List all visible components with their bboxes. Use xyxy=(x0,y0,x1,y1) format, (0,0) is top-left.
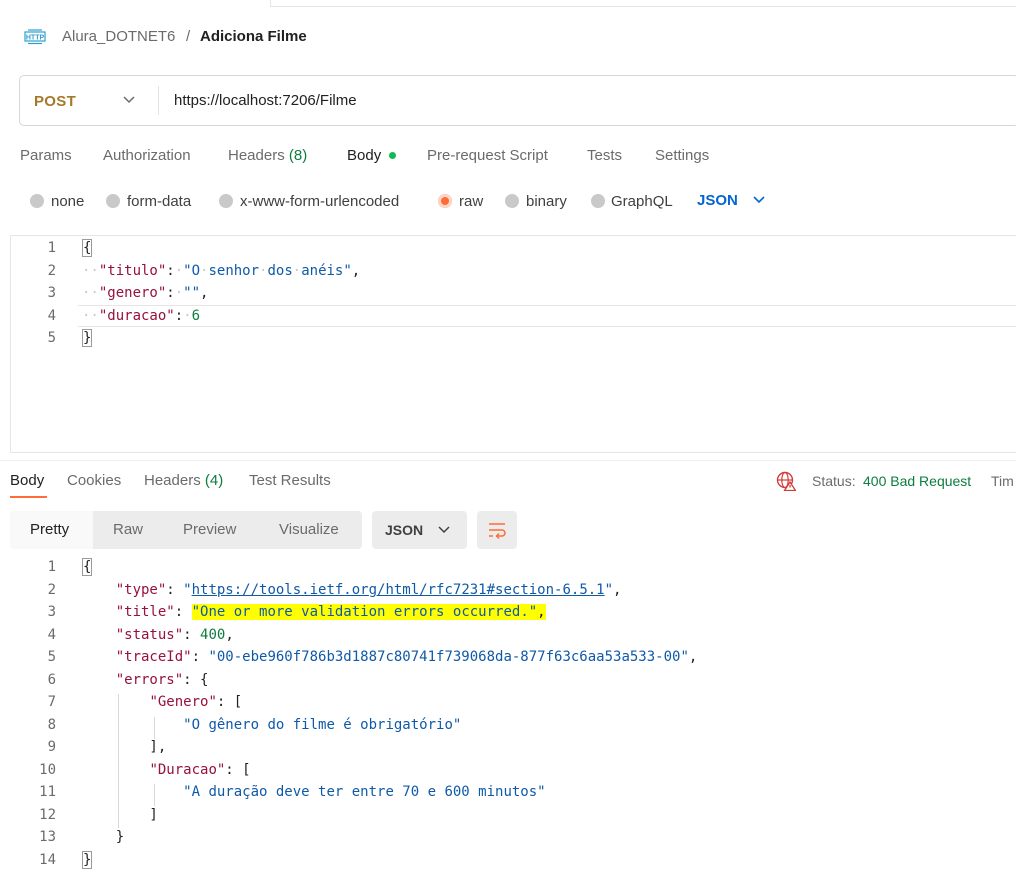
line-number: 9 xyxy=(47,739,56,755)
radio-binary-label[interactable]: binary xyxy=(526,193,567,210)
code-line: } xyxy=(82,829,125,845)
tab-body[interactable]: Body xyxy=(347,147,381,164)
code-line: { xyxy=(82,558,93,576)
tab-params[interactable]: Params xyxy=(20,147,72,164)
line-number: 5 xyxy=(47,330,56,346)
globe-error-icon[interactable] xyxy=(776,471,796,491)
code-line: "title": "One or more validation errors … xyxy=(115,604,546,620)
line-number: 13 xyxy=(39,829,56,845)
tab-pre-request-script[interactable]: Pre-request Script xyxy=(427,147,548,164)
code-line: { xyxy=(82,239,93,257)
line-number: 4 xyxy=(47,308,56,324)
code-line: ], xyxy=(82,739,167,755)
time-label: Tim xyxy=(991,473,1014,489)
line-number: 1 xyxy=(47,240,56,256)
code-line: ··"titulo":·"O·senhor·dos·anéis", xyxy=(82,263,361,279)
method-select[interactable]: POST xyxy=(34,93,76,110)
response-tab-test-results[interactable]: Test Results xyxy=(249,472,331,489)
line-number: 8 xyxy=(47,717,56,733)
line-number: 4 xyxy=(47,627,56,643)
line-number: 3 xyxy=(47,604,56,620)
radio-x-www-form-urlencoded-label[interactable]: x-www-form-urlencoded xyxy=(240,193,399,210)
response-tab-headers-label: Headers xyxy=(144,472,201,489)
line-number: 1 xyxy=(47,559,56,575)
code-line: "Duracao": [ xyxy=(149,762,251,778)
code-line: ··"genero":·"", xyxy=(82,285,209,301)
breadcrumb-separator: / xyxy=(186,28,191,45)
active-line-highlight xyxy=(78,305,1016,327)
response-tab-body[interactable]: Body xyxy=(10,472,44,489)
code-line: "errors": { xyxy=(115,672,209,688)
chevron-down-icon[interactable] xyxy=(437,525,451,535)
radio-x-www-form-urlencoded[interactable] xyxy=(219,194,233,208)
response-format-label[interactable]: JSON xyxy=(385,522,423,538)
radio-form-data-label[interactable]: form-data xyxy=(127,193,191,210)
matched-brace: { xyxy=(82,558,93,576)
tab-authorization[interactable]: Authorization xyxy=(103,147,191,164)
line-number: 6 xyxy=(47,672,56,688)
svg-text:HTTP: HTTP xyxy=(26,35,45,42)
status-label: Status: xyxy=(812,473,856,489)
tab-settings[interactable]: Settings xyxy=(655,147,709,164)
response-tab-headers-count: (4) xyxy=(204,472,224,489)
view-preview[interactable]: Preview xyxy=(183,521,236,538)
radio-none[interactable] xyxy=(30,194,44,208)
matched-brace: } xyxy=(82,329,93,347)
url-input[interactable]: https://localhost:7206/Filme xyxy=(174,92,357,109)
chevron-down-icon[interactable] xyxy=(752,195,766,205)
http-icon: HTTP xyxy=(24,29,46,45)
tab-tests[interactable]: Tests xyxy=(587,147,622,164)
matched-brace: { xyxy=(82,239,93,257)
tab-headers-count: (8) xyxy=(288,147,308,164)
radio-none-label[interactable]: none xyxy=(51,193,84,210)
chevron-down-icon[interactable] xyxy=(122,95,136,105)
code-line: "traceId": "00-ebe960f786b3d1887c80741f7… xyxy=(115,649,698,665)
code-line: ] xyxy=(82,807,158,823)
pane-divider[interactable] xyxy=(0,460,1016,461)
radio-raw-label[interactable]: raw xyxy=(459,193,483,210)
line-number: 14 xyxy=(39,852,56,868)
url-divider xyxy=(158,86,159,115)
code-line: "status": 400, xyxy=(115,627,234,643)
code-line: "O gênero do filme é obrigatório" xyxy=(183,717,462,733)
wrap-lines-icon[interactable] xyxy=(487,520,507,540)
view-raw[interactable]: Raw xyxy=(113,521,143,538)
top-strip xyxy=(270,0,1016,7)
code-line: ··"duracao":·6 xyxy=(82,308,201,324)
body-indicator-dot xyxy=(389,152,396,159)
code-line: } xyxy=(82,851,93,869)
breadcrumb-collection[interactable]: Alura_DOTNET6 xyxy=(62,28,175,46)
request-title[interactable]: Adiciona Filme xyxy=(200,28,307,46)
tab-headers[interactable]: Headers (8) xyxy=(228,147,307,164)
code-line: "Genero": [ xyxy=(149,694,243,710)
line-number: 2 xyxy=(47,263,56,279)
response-tab-cookies[interactable]: Cookies xyxy=(67,472,121,489)
line-number: 3 xyxy=(47,285,56,301)
line-number: 12 xyxy=(39,807,56,823)
line-number: 2 xyxy=(47,582,56,598)
body-format-select[interactable]: JSON xyxy=(697,192,738,209)
radio-binary[interactable] xyxy=(505,194,519,208)
view-pretty[interactable]: Pretty xyxy=(30,521,69,538)
line-number: 7 xyxy=(47,694,56,710)
radio-graphql[interactable] xyxy=(591,194,605,208)
line-number: 11 xyxy=(39,784,56,800)
line-number: 5 xyxy=(47,649,56,665)
code-line: } xyxy=(82,329,93,347)
code-line: "type": "https://tools.ietf.org/html/rfc… xyxy=(115,582,622,598)
radio-graphql-label[interactable]: GraphQL xyxy=(611,193,673,210)
tab-headers-label: Headers xyxy=(228,147,285,164)
line-number: 10 xyxy=(39,762,56,778)
active-tab-indicator xyxy=(10,496,47,498)
status-value[interactable]: 400 Bad Request xyxy=(863,473,971,489)
view-visualize[interactable]: Visualize xyxy=(279,521,339,538)
radio-raw[interactable] xyxy=(438,194,452,208)
radio-form-data[interactable] xyxy=(106,194,120,208)
type-link: https://tools.ietf.org/html/rfc7231#sect… xyxy=(191,582,605,598)
response-tab-headers[interactable]: Headers (4) xyxy=(144,472,223,489)
url-bar xyxy=(19,75,1016,126)
code-line: "A duração deve ter entre 70 e 600 minut… xyxy=(183,784,546,800)
matched-brace: } xyxy=(82,851,93,869)
